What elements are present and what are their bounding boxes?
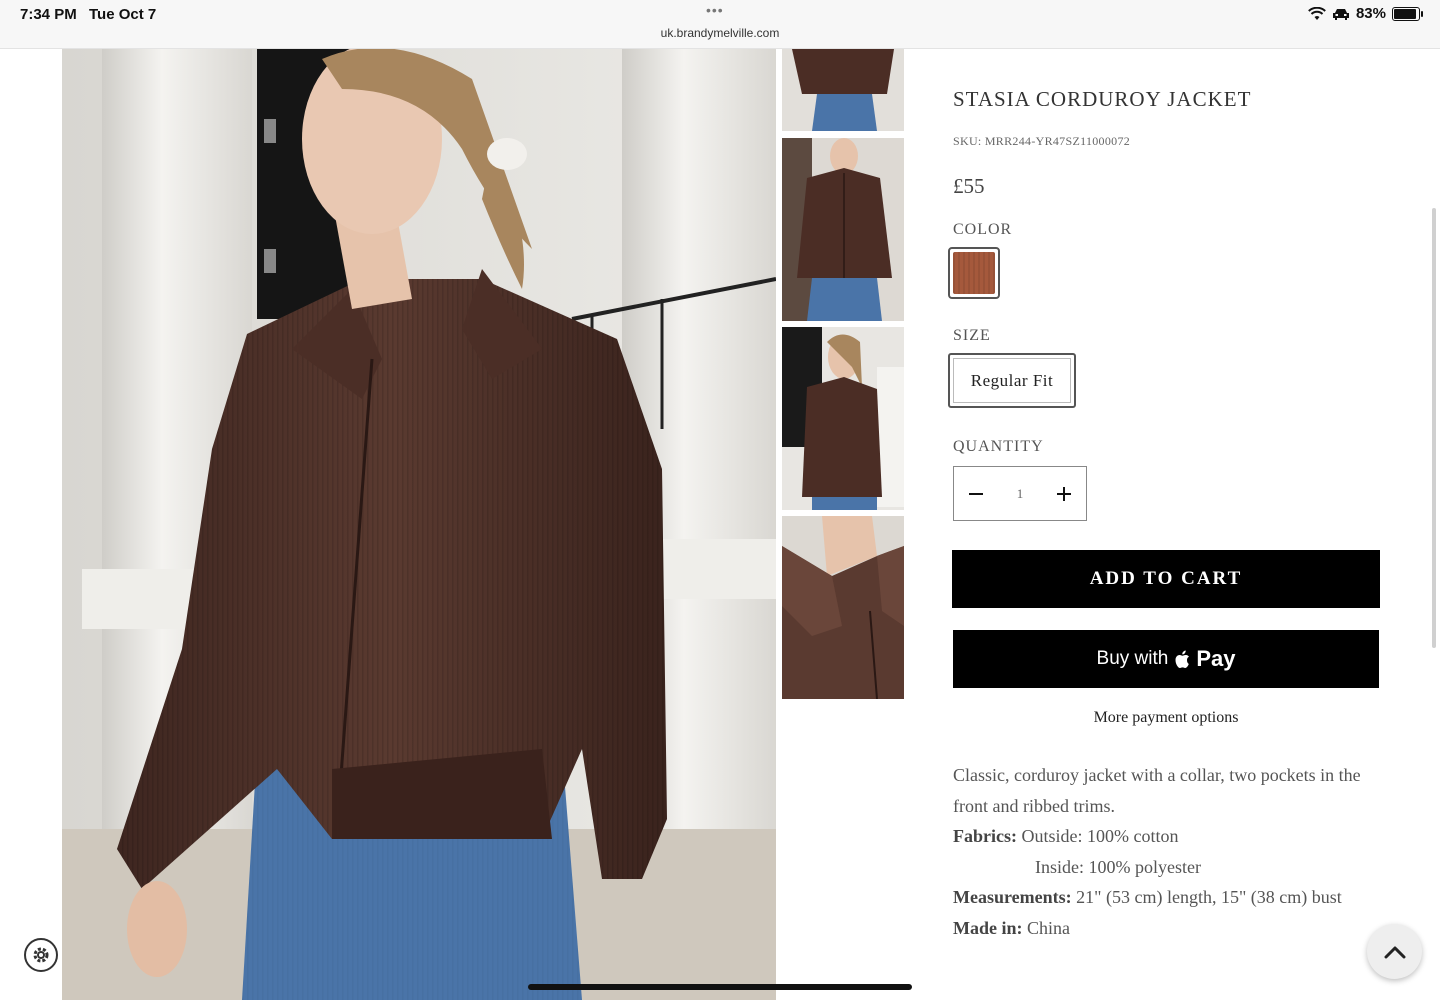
measurements-value: 21" (53 cm) length, 15" (38 cm) bust — [1076, 887, 1342, 907]
size-option-label: Regular Fit — [953, 358, 1071, 403]
made-in-label: Made in: — [953, 917, 1023, 938]
accessibility-settings-button[interactable] — [24, 938, 58, 972]
measurements-label: Measurements: — [953, 887, 1072, 907]
status-bar: 7:34 PM Tue Oct 7 ••• uk.brandymelville.… — [0, 0, 1440, 49]
wifi-icon — [1308, 6, 1326, 20]
fabrics-label: Fabrics: — [953, 826, 1017, 846]
chevron-up-icon — [1384, 946, 1405, 958]
status-date: Tue Oct 7 — [89, 6, 157, 23]
collar-closeup-thumb — [782, 516, 904, 699]
gear-icon — [33, 947, 49, 963]
status-time: 7:34 PM — [20, 6, 77, 23]
jacket-back-thumb — [782, 49, 904, 131]
apple-pay-brand-label: Pay — [1196, 646, 1236, 671]
measurements-row: Measurements: 21" (53 cm) length, 15" (3… — [953, 882, 1373, 913]
plus-icon[interactable] — [1042, 467, 1086, 520]
battery-icon — [1392, 6, 1423, 21]
minus-icon[interactable] — [954, 467, 998, 520]
fabrics-inside: Inside: 100% polyester — [1035, 856, 1201, 877]
color-swatch — [953, 252, 995, 294]
jacket-side-thumb — [782, 327, 904, 510]
add-to-cart-button[interactable]: ADD TO CART — [952, 550, 1380, 608]
color-swatch-option[interactable] — [948, 247, 1000, 299]
main-photo-illustration — [62, 49, 776, 1000]
product-price: £55 — [953, 174, 985, 198]
more-dots-icon[interactable]: ••• — [706, 2, 724, 18]
apple-pay-buy-label: Buy with — [1096, 648, 1169, 669]
main-product-image[interactable] — [62, 49, 776, 1000]
apple-logo-icon — [1175, 650, 1190, 668]
page-scrollbar[interactable] — [1432, 208, 1436, 648]
made-in-row: Made in: China — [953, 913, 1373, 944]
status-icons: 83% — [1308, 5, 1423, 22]
quantity-label: QUANTITY — [953, 438, 1044, 455]
size-label: SIZE — [953, 327, 991, 344]
thumbnail-1[interactable] — [782, 49, 904, 131]
size-option-button[interactable]: Regular Fit — [948, 353, 1076, 408]
jacket-front-thumb — [782, 138, 904, 321]
description-intro: Classic, corduroy jacket with a collar, … — [953, 765, 1361, 816]
thumbnail-3[interactable] — [782, 327, 904, 510]
fabrics-row: Fabrics: Outside: 100% cotton — [953, 821, 1373, 852]
made-in-value: China — [1027, 917, 1070, 938]
fabrics-outside: Outside: 100% cotton — [1021, 826, 1179, 846]
battery-percent: 83% — [1355, 5, 1386, 22]
product-sku: SKU: MRR244-YR47SZ11000072 — [953, 134, 1131, 148]
quantity-stepper: 1 — [953, 466, 1087, 521]
address-bar-url[interactable]: uk.brandymelville.com — [0, 26, 1440, 40]
home-indicator — [528, 984, 912, 990]
quantity-input[interactable]: 1 — [1005, 486, 1035, 502]
product-description: Classic, corduroy jacket with a collar, … — [953, 760, 1373, 943]
apple-pay-button[interactable]: Buy with Pay — [953, 630, 1379, 688]
car-icon — [1332, 8, 1349, 20]
color-label: COLOR — [953, 221, 1013, 238]
scroll-to-top-button[interactable] — [1367, 924, 1422, 979]
thumbnail-4[interactable] — [782, 516, 904, 699]
thumbnail-2[interactable] — [782, 138, 904, 321]
product-title: STASIA CORDUROY JACKET — [953, 87, 1252, 111]
more-payment-options-link[interactable]: More payment options — [953, 709, 1379, 727]
